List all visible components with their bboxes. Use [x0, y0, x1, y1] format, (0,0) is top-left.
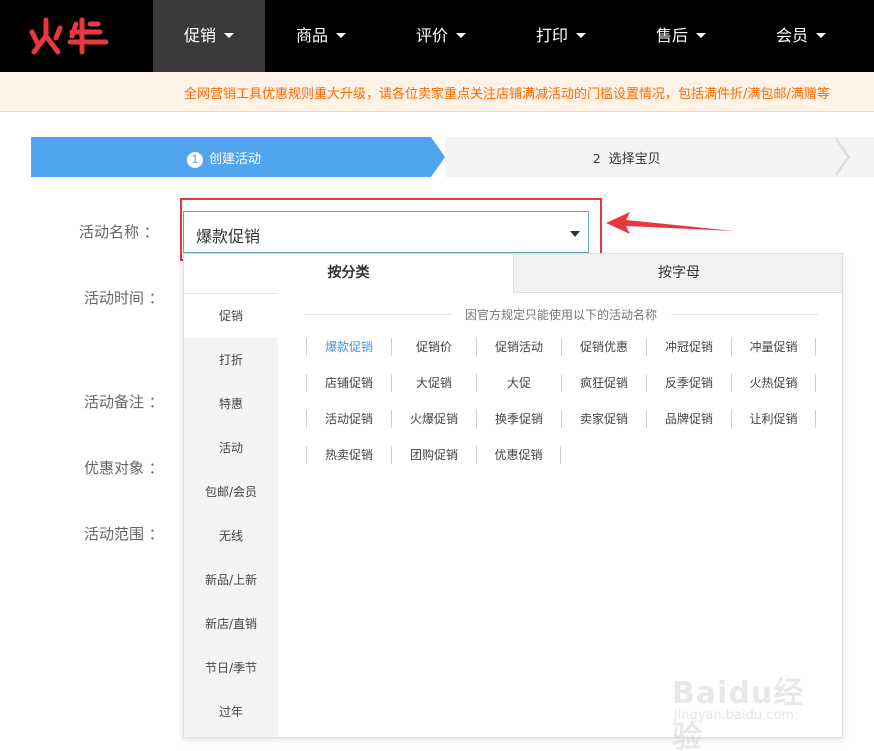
- nav-item-print[interactable]: 打印: [505, 0, 617, 72]
- category-item[interactable]: 促销: [184, 294, 278, 338]
- watermark-url: jingyan.baidu.com: [674, 708, 794, 723]
- category-item[interactable]: 无线: [184, 514, 278, 558]
- name-option[interactable]: 热卖促销: [306, 446, 391, 464]
- name-option[interactable]: 活动促销: [306, 410, 391, 428]
- names-title: 因官方规定只能使用以下的活动名称: [304, 306, 818, 322]
- name-option[interactable]: 让利促销: [731, 410, 816, 428]
- nav-label: 会员: [775, 26, 808, 45]
- arrow-left-icon: [606, 212, 734, 234]
- label-activity-time: 活动时间 ：: [84, 289, 164, 307]
- label-discount-target: 优惠对象 ：: [84, 459, 164, 477]
- nav-label: 评价: [415, 26, 448, 45]
- nav-label: 打印: [535, 26, 568, 45]
- top-nav: 促销 商品 评价 打印 售后 会员: [0, 0, 874, 72]
- nav-label: 商品: [295, 26, 328, 45]
- chevron-down-icon: [456, 33, 466, 38]
- tab-by-category[interactable]: 按分类: [184, 254, 513, 293]
- nav-item-products[interactable]: 商品: [265, 0, 377, 72]
- nav-label: 促销: [183, 26, 216, 45]
- notice-text: 全网营销工具优惠规则重大升级，请各位卖家重点关注店铺满减活动的门槛设置情况，包括…: [184, 87, 830, 102]
- tab-by-letter[interactable]: 按字母: [513, 254, 842, 293]
- name-option[interactable]: 团购促销: [391, 446, 476, 464]
- name-option[interactable]: 促销活动: [476, 338, 561, 356]
- step-1-label: 1 创建活动: [187, 148, 261, 168]
- label-activity-note: 活动备注 ：: [84, 393, 164, 411]
- label-activity-name: 活动名称 ：: [79, 223, 159, 241]
- name-option[interactable]: 冲量促销: [731, 338, 816, 356]
- names-title-text: 因官方规定只能使用以下的活动名称: [450, 308, 671, 322]
- step-title: 创建活动: [209, 152, 262, 167]
- step-arrow: [834, 138, 847, 176]
- category-item[interactable]: 特惠: [184, 382, 278, 426]
- brand-logo[interactable]: [28, 14, 112, 56]
- chevron-down-icon: [696, 33, 706, 38]
- category-item[interactable]: 包邮/会员: [184, 470, 278, 514]
- step-title: 选择宝贝: [608, 152, 661, 167]
- name-option[interactable]: 促销价: [391, 338, 476, 356]
- category-item[interactable]: 活动: [184, 426, 278, 470]
- chevron-down-icon: [224, 33, 234, 38]
- step-arrow: [431, 137, 445, 177]
- name-option[interactable]: 爆款促销: [306, 338, 391, 356]
- name-option[interactable]: 反季促销: [646, 374, 731, 392]
- name-option[interactable]: 大促销: [391, 374, 476, 392]
- name-option[interactable]: 换季促销: [476, 410, 561, 428]
- highlight-box: [180, 198, 602, 261]
- name-option[interactable]: 卖家促销: [561, 410, 646, 428]
- nav-item-members[interactable]: 会员: [745, 0, 857, 72]
- chevron-down-icon: [816, 33, 826, 38]
- chevron-down-icon: [336, 33, 346, 38]
- name-option[interactable]: 促销优惠: [561, 338, 646, 356]
- watermark: Baidu经验 jingyan.baidu.com: [672, 662, 832, 751]
- step-number: 2: [593, 152, 601, 166]
- name-option[interactable]: 店铺促销: [306, 374, 391, 392]
- name-option[interactable]: 优惠促销: [476, 446, 561, 464]
- category-item[interactable]: 新品/上新: [184, 558, 278, 602]
- name-option[interactable]: 大促: [476, 374, 561, 392]
- name-option[interactable]: 品牌促销: [646, 410, 731, 428]
- step-2-label: 2 选择宝贝: [593, 148, 661, 167]
- step-progress: 1 创建活动 2 选择宝贝: [31, 137, 874, 177]
- nav-item-promotion[interactable]: 促销: [153, 0, 265, 72]
- name-option[interactable]: 火爆促销: [391, 410, 476, 428]
- name-option[interactable]: 疯狂促销: [561, 374, 646, 392]
- category-item[interactable]: 打折: [184, 338, 278, 382]
- category-item[interactable]: 过年: [184, 690, 278, 734]
- category-item[interactable]: 节日/季节: [184, 646, 278, 690]
- label-activity-scope: 活动范围 ：: [84, 525, 164, 543]
- name-option[interactable]: 火热促销: [731, 374, 816, 392]
- notice-bar: 全网营销工具优惠规则重大升级，请各位卖家重点关注店铺满减活动的门槛设置情况，包括…: [0, 72, 874, 112]
- nav-label: 售后: [655, 26, 688, 45]
- nav-item-reviews[interactable]: 评价: [385, 0, 497, 72]
- step-number: 1: [187, 152, 203, 168]
- category-list: 促销 打折 特惠 活动 包邮/会员 无线 新品/上新 新店/直销 节日/季节 过…: [184, 293, 278, 737]
- chevron-down-icon: [576, 33, 586, 38]
- name-option[interactable]: 冲冠促销: [646, 338, 731, 356]
- category-item[interactable]: 新店/直销: [184, 602, 278, 646]
- nav-item-aftersales[interactable]: 售后: [625, 0, 737, 72]
